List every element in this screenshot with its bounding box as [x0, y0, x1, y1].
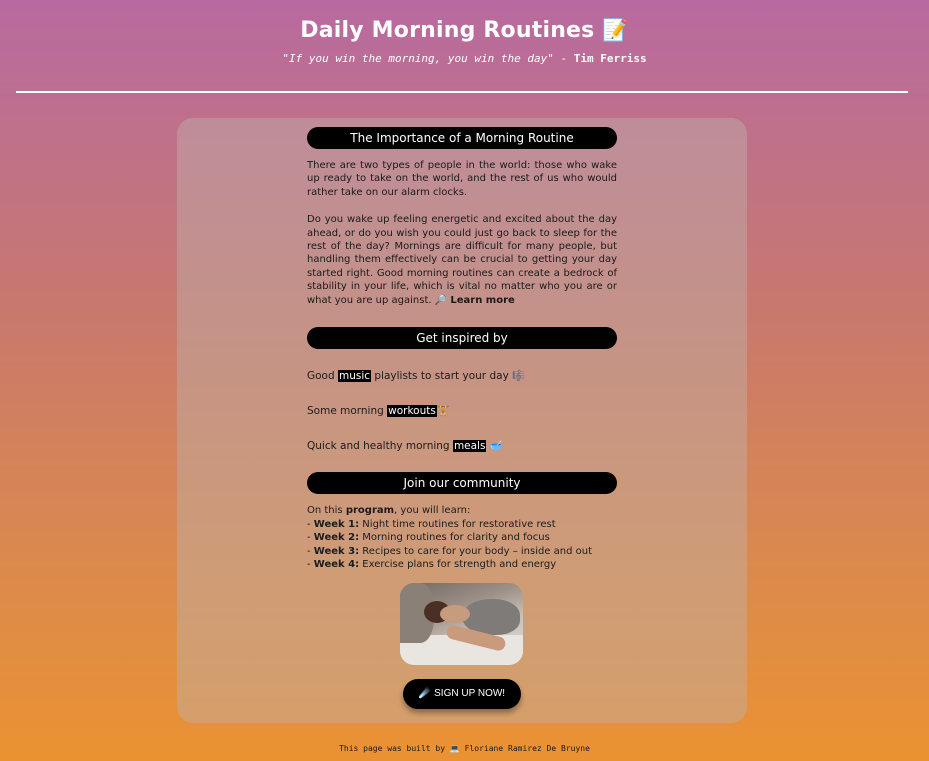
inspired-item-workouts: Some morning workouts🏋️ — [307, 404, 617, 418]
photo-face — [440, 605, 470, 623]
bowl-icon: 🥣 — [489, 440, 503, 453]
header-divider — [16, 91, 908, 93]
memo-icon: 📝 — [602, 18, 629, 42]
quote-dash: - — [553, 52, 574, 65]
program-week-3: - Week 3: Recipes to care for your body … — [307, 545, 593, 557]
program-keyword: program — [345, 505, 395, 517]
quote-text: "If you win the morning, you win the day… — [282, 52, 554, 65]
program-week-2: - Week 2: Morning routines for clarity a… — [307, 532, 550, 544]
week-label: Week 3: — [313, 545, 360, 557]
importance-paragraph-1: There are two types of people in the wor… — [307, 160, 617, 198]
program-week-4: - Week 4: Exercise plans for strength an… — [307, 559, 557, 571]
comet-icon: ☄️ — [418, 688, 432, 699]
program-week-1: - Week 1: Night time routines for restor… — [307, 518, 556, 530]
page-header: Daily Morning Routines 📝 "If you win the… — [0, 0, 929, 92]
week-label: Week 2: — [313, 532, 360, 544]
footer-text: This page was built by — [339, 744, 450, 753]
workouts-link[interactable]: workouts — [387, 405, 437, 418]
inspired-item-text: playlists to start your day — [371, 370, 513, 383]
inspired-item-music: Good music playlists to start your day 🎼 — [307, 369, 617, 383]
signup-label: SIGN UP NOW! — [434, 688, 506, 699]
page-title-text: Daily Morning Routines — [300, 18, 595, 43]
importance-paragraph-2-text: Do you wake up feeling energetic and exc… — [307, 214, 617, 306]
footer-author: Floriane Ramirez De Bruyne — [459, 744, 590, 753]
inspired-item-text: Good — [307, 370, 338, 383]
inspired-item-meals: Quick and healthy morning meals 🥣 — [307, 439, 617, 453]
music-notes-icon: 🎼 — [512, 370, 526, 383]
quote-author: Tim Ferriss — [573, 52, 647, 65]
importance-paragraph-2: Do you wake up feeling energetic and exc… — [307, 213, 617, 307]
week-text: Night time routines for restorative rest — [359, 518, 556, 530]
meals-link[interactable]: meals — [452, 440, 487, 453]
page-title: Daily Morning Routines 📝 — [0, 18, 929, 43]
signup-button[interactable]: ☄️ SIGN UP NOW! — [403, 679, 521, 709]
music-link[interactable]: music — [338, 370, 372, 383]
program-intro-text: On this — [307, 505, 346, 517]
week-label: Week 1: — [313, 518, 360, 530]
importance-heading: The Importance of a Morning Routine — [307, 127, 617, 149]
learn-more-link[interactable]: Learn more — [450, 295, 514, 306]
laptop-icon: 💻 — [449, 744, 460, 753]
weightlifter-icon: 🏋️ — [436, 405, 450, 418]
inspired-item-text: Quick and healthy morning — [307, 440, 453, 453]
week-label: Week 4: — [313, 559, 360, 571]
sleeping-woman-image — [400, 583, 523, 665]
program-intro: On this program, you will learn: — [307, 504, 617, 518]
community-heading: Join our community — [307, 472, 617, 495]
inspired-item-text: Some morning — [307, 405, 388, 418]
week-text: Recipes to care for your body – inside a… — [359, 545, 593, 557]
week-text: Morning routines for clarity and focus — [359, 532, 550, 544]
content-card: The Importance of a Morning Routine Ther… — [177, 118, 747, 723]
header-quote: "If you win the morning, you win the day… — [0, 52, 929, 65]
content-column: The Importance of a Morning Routine Ther… — [307, 127, 617, 572]
magnifier-icon: 🔎 — [434, 294, 448, 306]
week-text: Exercise plans for strength and energy — [359, 559, 557, 571]
page-footer: This page was built by 💻 Floriane Ramire… — [0, 744, 929, 753]
inspired-heading: Get inspired by — [307, 327, 617, 350]
program-intro-text: , you will learn: — [394, 505, 471, 517]
